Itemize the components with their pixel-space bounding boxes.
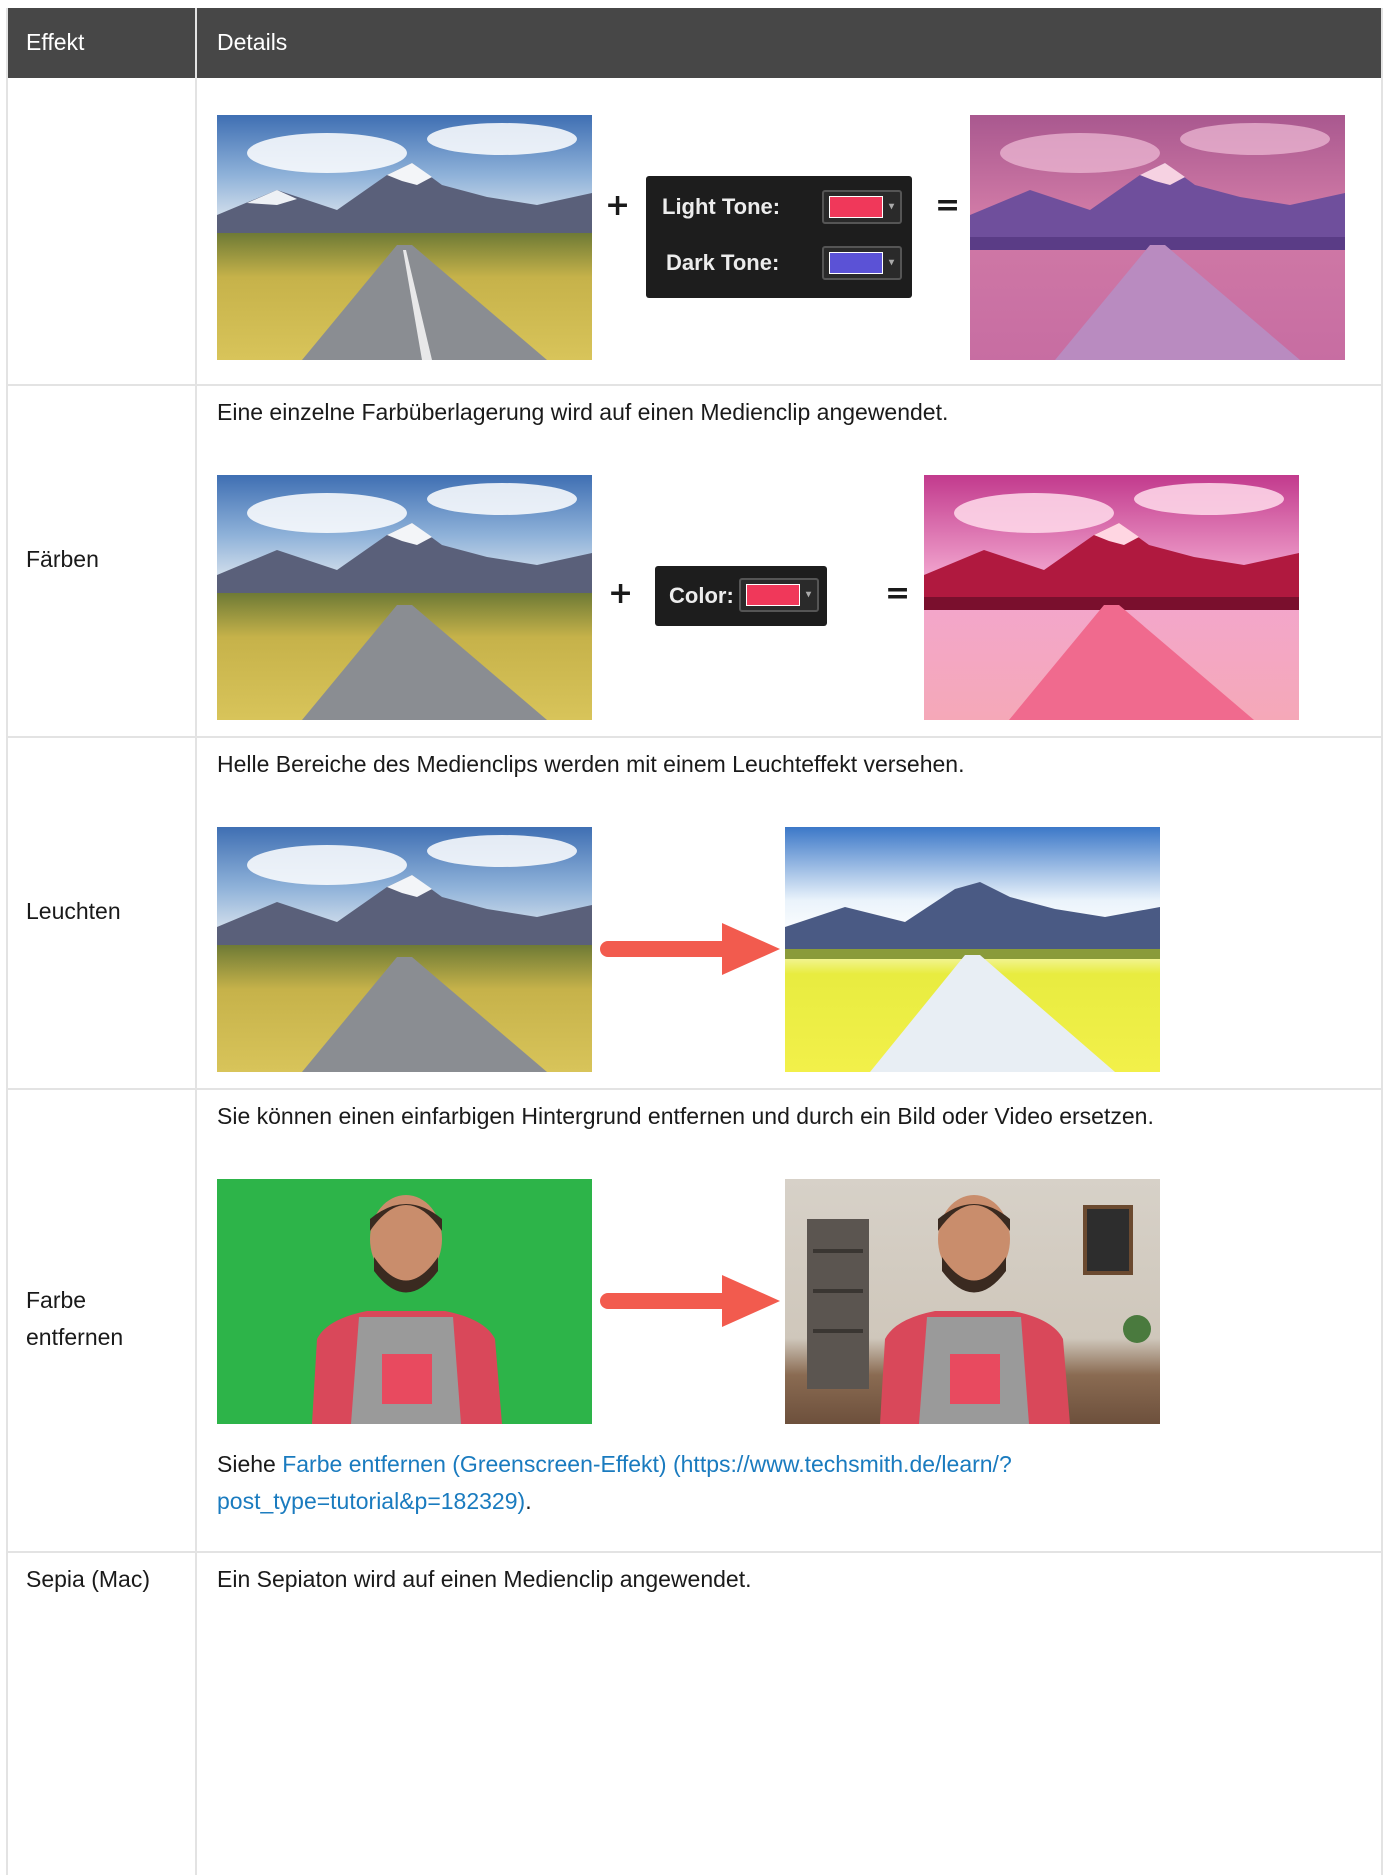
plus-sign: + — [608, 576, 634, 611]
color-label: Color: — [669, 583, 734, 608]
greenscreen-tutorial-link-cont[interactable]: post_type=tutorial&p=182329) — [217, 1488, 525, 1514]
color-swatch — [746, 584, 800, 606]
table-row: Sepia (Mac) Ein Sepiaton wird auf einen … — [8, 1553, 1381, 1875]
table-row: Färben Eine einzelne Farbüberlagerung wi… — [8, 386, 1381, 738]
table-header: Effekt Details — [8, 8, 1381, 78]
effect-name: Färben — [26, 546, 99, 572]
effect-name-line1: Farbe — [26, 1287, 87, 1313]
effect-description: Sie können einen einfarbigen Hintergrund… — [217, 1103, 1154, 1129]
see-suffix: . — [525, 1488, 532, 1514]
equals-sign: = — [935, 188, 961, 223]
color-picker[interactable]: ▾ — [739, 578, 819, 612]
effect-description: Eine einzelne Farbüberlagerung wird auf … — [217, 399, 949, 425]
right-arrow-icon — [600, 1275, 780, 1327]
light-tone-color-picker[interactable]: ▾ — [822, 190, 902, 224]
see-also-text-line2: post_type=tutorial&p=182329). — [217, 1483, 532, 1520]
dropdown-caret-icon: ▾ — [805, 589, 811, 600]
landscape-original-image — [217, 827, 592, 1072]
effect-name-line2: entfernen — [26, 1324, 124, 1350]
duotone-settings-panel: Light Tone: ▾ Dark Tone: ▾ — [646, 176, 912, 298]
equals-sign: = — [885, 576, 911, 611]
header-details: Details — [217, 29, 288, 55]
dark-tone-swatch — [829, 252, 883, 274]
dropdown-caret-icon: ▾ — [888, 201, 894, 212]
table-row: Leuchten Helle Bereiche des Medienclips … — [8, 738, 1381, 1090]
landscape-colorized-image — [924, 475, 1299, 720]
see-prefix: Siehe — [217, 1451, 283, 1477]
effect-name: Sepia (Mac) — [26, 1566, 150, 1592]
effect-description: Helle Bereiche des Medienclips werden mi… — [217, 751, 965, 777]
light-tone-label: Light Tone: — [662, 194, 781, 219]
landscape-duotone-image — [970, 115, 1345, 360]
header-effekt: Effekt — [26, 29, 85, 55]
dark-tone-label: Dark Tone: — [666, 250, 780, 275]
effects-table: Effekt Details + Light Tone: ▾ Dark Tone… — [6, 8, 1383, 1875]
table-row: + Light Tone: ▾ Dark Tone: ▾ = — [8, 78, 1381, 386]
greenscreen-original-image — [217, 1179, 592, 1424]
plus-sign: + — [605, 188, 631, 223]
right-arrow-icon — [600, 923, 780, 975]
effect-description: Ein Sepiaton wird auf einen Medienclip a… — [217, 1566, 752, 1592]
see-also-text: Siehe Farbe entfernen (Greenscreen-Effek… — [217, 1446, 1012, 1483]
greenscreen-tutorial-link[interactable]: Farbe entfernen (Greenscreen-Effekt) (ht… — [282, 1451, 1012, 1477]
header-divider — [195, 8, 197, 78]
background-replaced-image — [785, 1179, 1160, 1424]
landscape-original-image — [217, 475, 592, 720]
light-tone-swatch — [829, 196, 883, 218]
dark-tone-color-picker[interactable]: ▾ — [822, 246, 902, 280]
effect-name: Leuchten — [26, 898, 121, 924]
landscape-glow-image — [785, 827, 1160, 1072]
landscape-original-image — [217, 115, 592, 360]
table-row: Farbe entfernen Sie können einen einfarb… — [8, 1090, 1381, 1553]
dropdown-caret-icon: ▾ — [888, 257, 894, 268]
colorize-settings-panel: Color: ▾ — [655, 566, 827, 626]
